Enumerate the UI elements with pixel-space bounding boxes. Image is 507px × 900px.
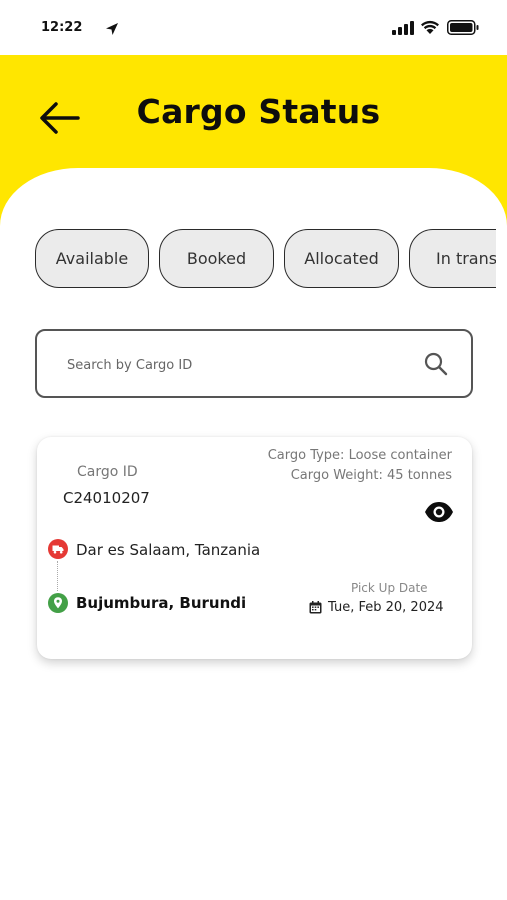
- status-time: 12:22: [41, 20, 83, 35]
- tab-in-transit[interactable]: In transit: [409, 229, 496, 288]
- page-title: Cargo Status: [136, 92, 381, 131]
- pickup-date-row: Tue, Feb 20, 2024: [309, 600, 444, 615]
- tab-allocated[interactable]: Allocated: [284, 229, 399, 288]
- pickup-date-label: Pick Up Date: [351, 581, 428, 595]
- search-icon[interactable]: [423, 351, 449, 377]
- cargo-id-value: C24010207: [63, 489, 150, 507]
- cargo-id-label: Cargo ID: [77, 464, 138, 480]
- origin-location: Dar es Salaam, Tanzania: [76, 541, 261, 559]
- truck-origin-icon: [48, 539, 68, 559]
- cellular-signal-icon: [392, 21, 414, 35]
- battery-icon: [447, 20, 479, 35]
- status-bar: 12:22: [0, 0, 507, 55]
- cargo-weight: Cargo Weight: 45 tonnes: [290, 468, 452, 483]
- view-eye-icon[interactable]: [424, 501, 454, 523]
- calendar-icon: [309, 601, 322, 614]
- location-pin-destination-icon: [48, 593, 68, 613]
- cargo-type: Cargo Type: Loose container: [267, 448, 452, 463]
- wifi-icon: [421, 20, 439, 34]
- status-filter-tabs: Available Booked Allocated In transit: [0, 229, 496, 289]
- location-arrow-icon: [106, 23, 118, 35]
- cargo-card[interactable]: Cargo ID C24010207 Cargo Type: Loose con…: [37, 437, 472, 659]
- tab-available[interactable]: Available: [35, 229, 149, 288]
- destination-location: Bujumbura, Burundi: [76, 594, 247, 612]
- route-connector: [57, 561, 58, 591]
- tab-booked[interactable]: Booked: [159, 229, 274, 288]
- pickup-date-value: Tue, Feb 20, 2024: [328, 600, 444, 615]
- search-input[interactable]: [67, 353, 407, 377]
- search-box: [35, 329, 473, 398]
